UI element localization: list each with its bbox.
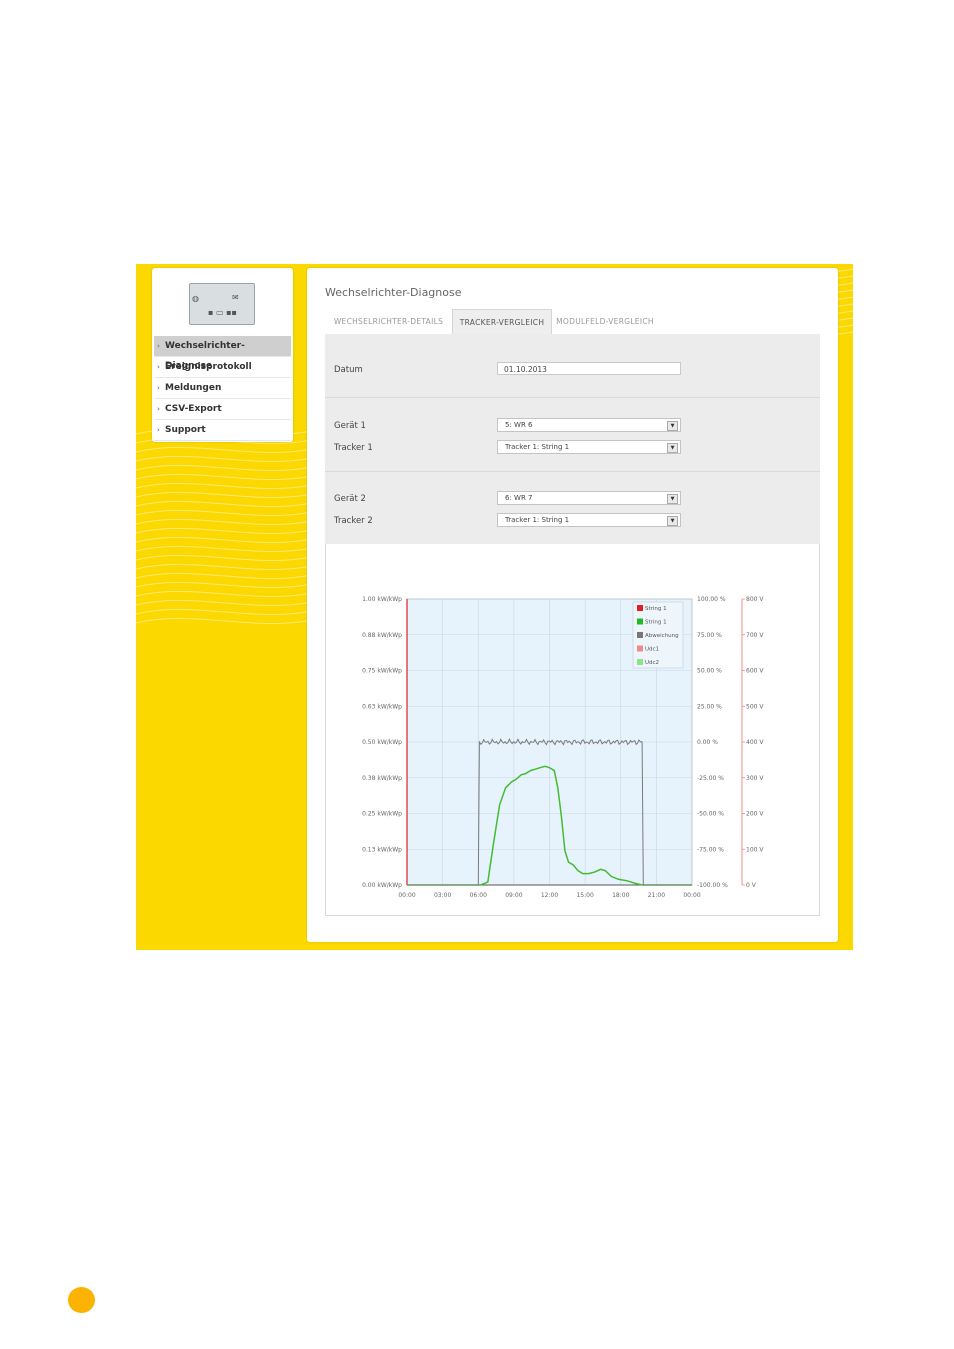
sidebar-nav: › Wechselrichter-Diagnose › Ereignisprotok…: [154, 336, 291, 441]
device1-value: 5: WR 6: [505, 421, 533, 429]
device2-value: 6: WR 7: [505, 494, 533, 502]
tab-bar: WECHSELRICHTER-DETAILS TRACKER-VERGLEICH…: [325, 309, 820, 335]
y-right-tick-label: 600 V: [746, 668, 764, 675]
legend-label: String 1: [645, 620, 667, 626]
sidebar-item-label: Ereignisprotokoll: [165, 362, 252, 372]
y-left-tick-label: 0.88 kW/kWp: [362, 632, 402, 639]
date-section: Datum 01.10.2013: [325, 334, 820, 398]
device2-label: Gerät 2: [334, 494, 366, 504]
x-tick-label: 21:00: [648, 892, 665, 899]
tracker1-value: Tracker 1: String 1: [505, 443, 570, 451]
y-right-tick-label: 800 V: [746, 596, 764, 603]
legend-swatch: [637, 659, 643, 665]
x-tick-label: 06:00: [470, 892, 487, 899]
tab-modulfeld-vergleich[interactable]: MODULFELD-VERGLEICH: [553, 309, 657, 334]
y-mid-tick-label: 100.00 %: [697, 596, 726, 603]
tab-wechselrichter-details[interactable]: WECHSELRICHTER-DETAILS: [325, 309, 452, 334]
sidebar-item-label: CSV-Export: [165, 404, 222, 414]
y-mid-tick-label: 50.00 %: [697, 668, 722, 675]
y-left-tick-label: 0.00 kW/kWp: [362, 882, 402, 889]
y-left-tick-label: 0.75 kW/kWp: [362, 668, 402, 675]
globe-icon: ◍: [192, 294, 199, 303]
legend-label: Abweichung: [645, 633, 679, 639]
tracker1-label: Tracker 1: [334, 443, 373, 453]
y-right-tick-label: 200 V: [746, 811, 764, 818]
chart-container: 00:00 03:00 06:00 09:00 12:00 15:00 18:00 21:00…: [325, 544, 820, 916]
tracker2-value: Tracker 1: String 1: [505, 516, 570, 524]
legend-swatch: [637, 605, 643, 611]
y-right-tick-label: 0 V: [746, 882, 757, 889]
chevron-down-icon: ▼: [667, 443, 678, 453]
date-input[interactable]: 01.10.2013: [497, 362, 681, 375]
x-tick-label: 12:00: [541, 892, 558, 899]
legend-swatch: [637, 618, 643, 625]
main-panel: Wechselrichter-Diagnose WECHSELRICHTER-D…: [307, 268, 838, 942]
y-right-tick-label: 700 V: [746, 632, 764, 639]
y-mid-tick-label: 0.00 %: [697, 739, 718, 746]
device2-section: Gerät 2 6: WR 7 ▼ Tracker 2 Tracker 1: St…: [325, 472, 820, 545]
page-title: Wechselrichter-Diagnose: [325, 286, 462, 299]
y-mid-tick-label: -75.00 %: [697, 846, 724, 853]
chevron-right-icon: ›: [157, 405, 160, 413]
date-label: Datum: [334, 365, 363, 375]
y-left-tick-label: 0.63 kW/kWp: [362, 703, 402, 710]
legend-label: String 1: [645, 606, 667, 612]
y-left-tick-label: 0.25 kW/kWp: [362, 811, 402, 818]
legend-label: Udc1: [645, 647, 659, 653]
sidebar-item-meldungen[interactable]: › Meldungen: [154, 378, 291, 399]
y-mid-tick-label: -100.00 %: [697, 882, 728, 889]
sidebar-item-wechselrichter-diagnose[interactable]: › Wechselrichter-Diagnose: [154, 336, 291, 371]
mail-icon: ✉: [232, 293, 239, 302]
device2-select[interactable]: 6: WR 7 ▼: [497, 491, 681, 505]
tab-tracker-vergleich[interactable]: TRACKER-VERGLEICH: [452, 309, 552, 335]
y-left-tick-label: 0.13 kW/kWp: [362, 846, 402, 853]
legend-swatch: [637, 632, 643, 638]
y-mid-tick-label: 75.00 %: [697, 632, 722, 639]
x-tick-label: 15:00: [576, 892, 593, 899]
sidebar-item-support[interactable]: › Support: [154, 420, 291, 441]
device-image: ◍ ✉ ▪ ▭ ▪▪: [189, 283, 255, 325]
y-right-tick-label: 300 V: [746, 775, 764, 782]
device1-label: Gerät 1: [334, 421, 366, 431]
sidebar-item-csv-export[interactable]: › CSV-Export: [154, 399, 291, 420]
y-left-tick-label: 1.00 kW/kWp: [362, 596, 402, 603]
device-display-icon: ▪ ▭ ▪▪: [208, 308, 237, 317]
device1-select[interactable]: 5: WR 6 ▼: [497, 418, 681, 432]
y-mid-tick-label: 25.00 %: [697, 703, 722, 710]
y-left-tick-label: 0.50 kW/kWp: [362, 739, 402, 746]
tracker1-select[interactable]: Tracker 1: String 1 ▼: [497, 440, 681, 454]
legend-label: Udc2: [645, 660, 659, 666]
y-mid-tick-label: -25.00 %: [697, 775, 724, 782]
y-mid-tick-label: -50.00 %: [697, 811, 724, 818]
x-tick-label: 03:00: [434, 892, 451, 899]
y-right-tick-label: 400 V: [746, 739, 764, 746]
y-right-tick-label: 500 V: [746, 703, 764, 710]
page-marker-dot: [68, 1287, 95, 1313]
x-tick-label: 09:00: [505, 892, 522, 899]
sidebar: ◍ ✉ ▪ ▭ ▪▪ › Wechselrichter-Diagnose › Ere…: [152, 268, 293, 442]
chevron-right-icon: ›: [157, 426, 160, 434]
chevron-down-icon: ▼: [667, 421, 678, 431]
chevron-right-icon: ›: [157, 363, 160, 371]
chevron-right-icon: ›: [157, 342, 160, 350]
device1-section: Gerät 1 5: WR 6 ▼ Tracker 1 Tracker 1: St…: [325, 398, 820, 472]
sidebar-item-label: Support: [165, 425, 206, 435]
sidebar-item-ereignisprotokoll[interactable]: › Ereignisprotokoll: [154, 357, 291, 378]
tracker2-label: Tracker 2: [334, 516, 373, 526]
x-tick-label: 00:00: [683, 892, 700, 899]
chevron-down-icon: ▼: [667, 516, 678, 526]
comparison-form: Datum 01.10.2013 Gerät 1 5: WR 6 ▼ Tracke…: [325, 334, 820, 545]
x-tick-label: 00:00: [398, 892, 415, 899]
tracker2-select[interactable]: Tracker 1: String 1 ▼: [497, 513, 681, 527]
legend-swatch: [637, 645, 643, 652]
chevron-right-icon: ›: [157, 384, 160, 392]
x-tick-label: 18:00: [612, 892, 629, 899]
y-left-tick-label: 0.38 kW/kWp: [362, 775, 402, 782]
tracker-comparison-chart: 00:00 03:00 06:00 09:00 12:00 15:00 18:00 21:00…: [362, 596, 764, 899]
chevron-down-icon: ▼: [667, 494, 678, 504]
y-right-tick-label: 100 V: [746, 846, 764, 853]
sidebar-item-label: Meldungen: [165, 383, 222, 393]
